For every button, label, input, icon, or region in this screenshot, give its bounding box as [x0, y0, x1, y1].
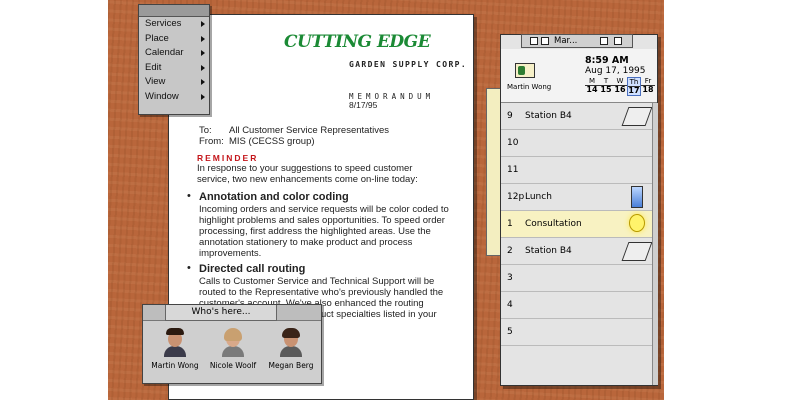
avatar	[278, 327, 304, 357]
day-tue[interactable]: T 15	[599, 77, 613, 96]
menu-item-label: Edit	[145, 61, 162, 73]
from-value: MIS (CECSS group)	[229, 136, 315, 147]
week-strip: M 14 T 15 W 16 Th 17 Fr 18	[585, 77, 655, 96]
whos-here-title[interactable]: Who's here...	[165, 305, 277, 321]
submenu-arrow-icon	[201, 79, 205, 86]
organizer-owner: Martin Wong	[507, 83, 552, 91]
day-organizer-window[interactable]: Mar... Martin Wong 8:59 AM Aug 17, 1995 …	[500, 34, 658, 386]
organizer-title: Mar...	[554, 36, 578, 46]
bullet-body: Incoming orders and service requests wil…	[199, 204, 449, 259]
menu-item-label: Services	[145, 18, 182, 29]
time-slot[interactable]: 12p Lunch	[501, 184, 657, 211]
organizer-header: Martin Wong 8:59 AM Aug 17, 1995 M 14 T 15…	[501, 49, 657, 103]
time-slot-highlighted[interactable]: 1 Consultation	[501, 211, 657, 238]
submenu-arrow-icon	[201, 35, 205, 42]
main-menu[interactable]: Services Place Calendar Edit View Window	[138, 4, 210, 115]
business-card-icon[interactable]	[515, 63, 535, 78]
menu-item-label: View	[145, 76, 166, 88]
person-name: Martin Wong	[151, 361, 199, 370]
slot-label: Station B4	[525, 111, 572, 121]
time-slot[interactable]: 4	[501, 292, 657, 319]
to-value: All Customer Service Representatives	[229, 125, 389, 136]
organizer-title-bar[interactable]: Mar...	[521, 34, 633, 48]
memo-to-row: To: All Customer Service Representatives	[199, 125, 389, 136]
time-slot[interactable]: 10	[501, 130, 657, 157]
menu-item-place[interactable]: Place	[139, 32, 209, 47]
menu-item-label: Place	[145, 32, 169, 44]
bullet-title: Annotation and color coding	[199, 191, 349, 203]
menu-item-label: Window	[145, 90, 179, 102]
to-label: To:	[199, 125, 212, 136]
avatar	[162, 327, 188, 357]
person-nicole[interactable]: Nicole Woolf	[203, 327, 263, 370]
avatar	[220, 327, 246, 357]
station-tray-icon	[621, 242, 653, 261]
day-mon[interactable]: M 14	[585, 77, 599, 96]
time-slot[interactable]: 2 Station B4	[501, 238, 657, 265]
bullet-dot-icon: •	[187, 190, 191, 202]
company-logo: CUTTING EDGE	[284, 32, 431, 52]
whos-here-panel[interactable]: Who's here... Martin Wong Nicole Woolf M…	[142, 304, 322, 384]
time-slot[interactable]: 5	[501, 319, 657, 346]
menu-item-edit[interactable]: Edit	[139, 61, 209, 76]
day-fri[interactable]: Fr 18	[641, 77, 655, 96]
memo-intro: In response to your suggestions to speed…	[197, 163, 418, 185]
person-name: Nicole Woolf	[209, 361, 257, 370]
schedule-list: 9 Station B4 10 11 12p Lunch 1 Consultation…	[501, 103, 657, 346]
submenu-arrow-icon	[201, 21, 205, 27]
menu-item-services[interactable]: Services	[139, 17, 209, 32]
menu-item-window[interactable]: Window	[139, 90, 209, 105]
company-subtitle: GARDEN SUPPLY CORP.	[349, 60, 468, 69]
collapse-box-icon[interactable]	[614, 37, 622, 45]
station-tray-icon	[621, 107, 653, 126]
page-icon[interactable]	[541, 37, 549, 45]
current-date: Aug 17, 1995	[585, 66, 646, 76]
menu-item-view[interactable]: View	[139, 75, 209, 90]
zoom-box-icon[interactable]	[600, 37, 608, 45]
person-megan[interactable]: Megan Berg	[261, 327, 321, 370]
menu-item-label: Calendar	[145, 47, 184, 59]
time-slot[interactable]: 9 Station B4	[501, 103, 657, 130]
drink-cup-icon	[631, 186, 643, 208]
memo-date: 8/17/95	[349, 100, 378, 110]
time-slot[interactable]: 11	[501, 157, 657, 184]
lightbulb-icon	[629, 214, 645, 232]
from-label: From:	[199, 136, 224, 147]
bullet-title: Directed call routing	[199, 263, 306, 275]
organizer-scrollbar[interactable]	[652, 103, 658, 385]
person-name: Megan Berg	[268, 361, 314, 370]
submenu-arrow-icon	[201, 50, 205, 57]
time-slot[interactable]: 3	[501, 265, 657, 292]
current-time: 8:59 AM	[585, 55, 629, 66]
submenu-arrow-icon	[201, 64, 205, 71]
person-martin[interactable]: Martin Wong	[145, 327, 205, 370]
bullet-dot-icon: •	[187, 262, 191, 274]
bullet-annotation: • Annotation and color coding Incoming o…	[187, 190, 459, 260]
submenu-arrow-icon	[201, 93, 205, 100]
memo-from-row: From: MIS (CECSS group)	[199, 136, 315, 147]
menu-title-bar[interactable]	[139, 5, 209, 17]
menu-item-calendar[interactable]: Calendar	[139, 46, 209, 61]
organizer-side-tab[interactable]	[486, 88, 500, 256]
day-wed[interactable]: W 16	[613, 77, 627, 96]
close-box-icon[interactable]	[530, 37, 538, 45]
day-thu-selected[interactable]: Th 17	[627, 77, 641, 96]
